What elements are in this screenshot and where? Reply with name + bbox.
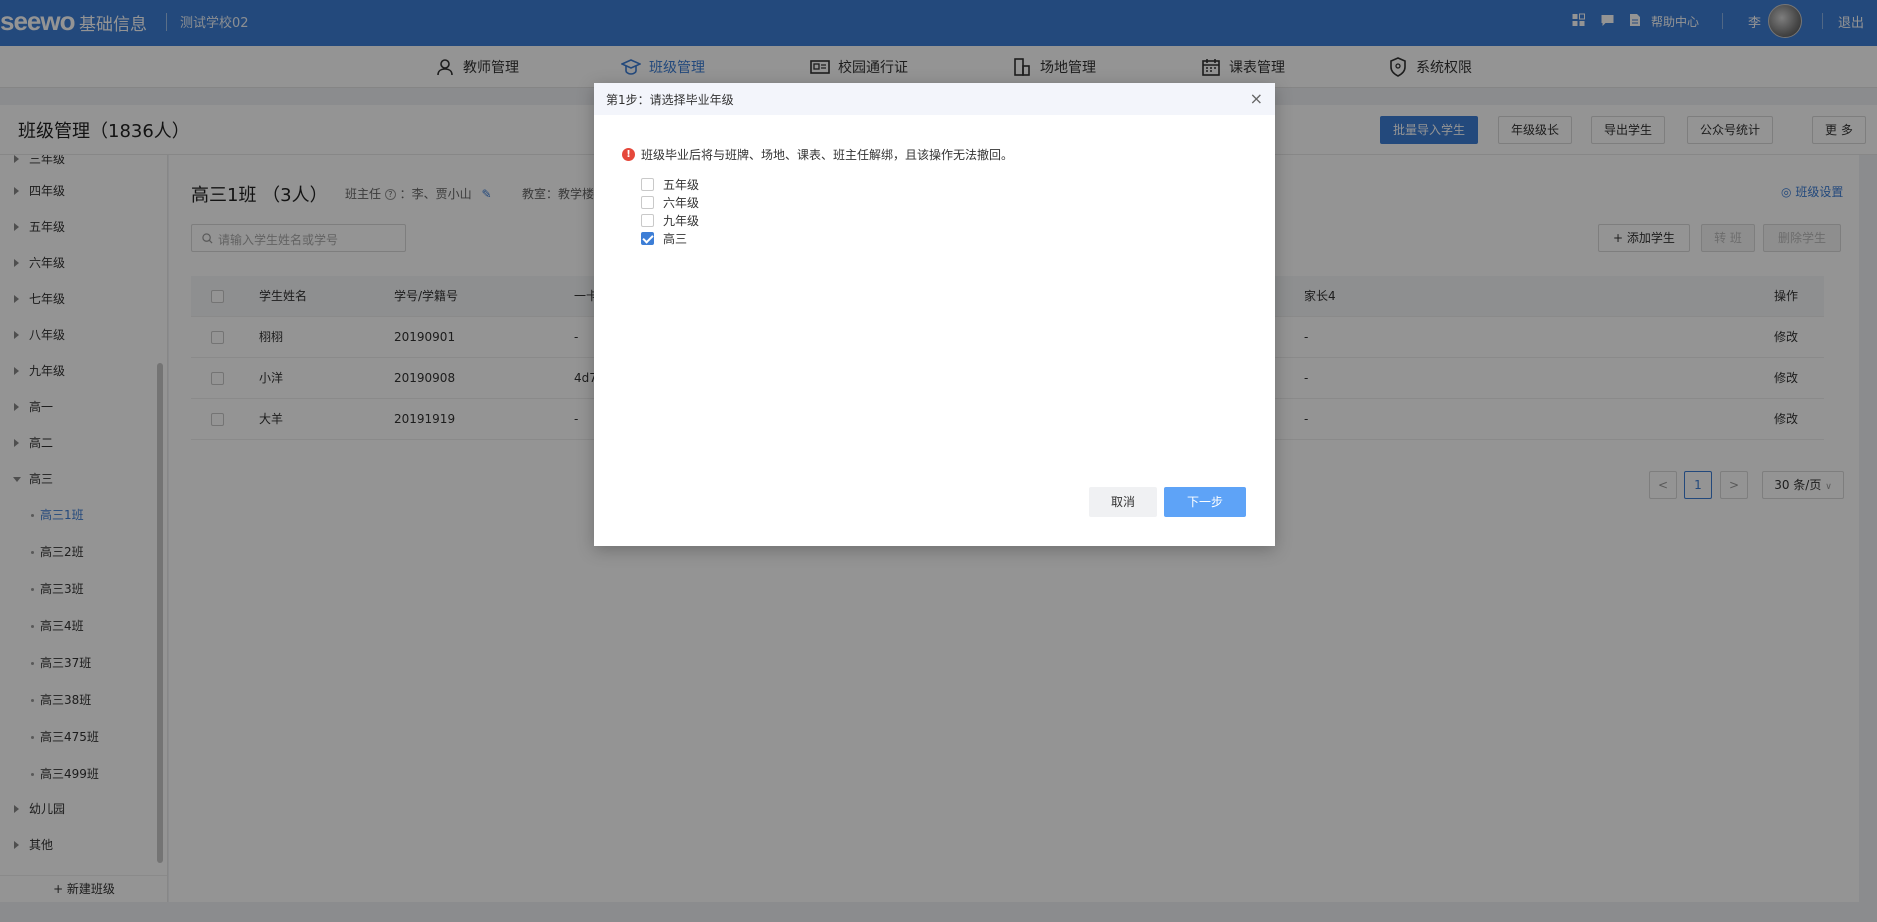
graduation-dialog: 第1步：请选择毕业年级 × ! 班级毕业后将与班牌、场地、课表、班主任解绑，且该… (594, 83, 1275, 546)
grade-option-label: 五年级 (663, 177, 700, 192)
grade-checkbox[interactable] (641, 213, 654, 227)
grade-option[interactable]: 六年级 (641, 193, 699, 211)
close-icon[interactable]: × (1250, 89, 1263, 108)
cancel-button[interactable]: 取消 (1089, 487, 1157, 517)
grade-option[interactable]: 九年级 (641, 211, 699, 229)
warning-text: 班级毕业后将与班牌、场地、课表、班主任解绑，且该操作无法撤回。 (641, 148, 1014, 162)
grade-option[interactable]: 五年级 (641, 175, 699, 193)
dialog-title: 第1步：请选择毕业年级 (606, 93, 734, 107)
dialog-header: 第1步：请选择毕业年级 × (594, 83, 1275, 115)
grade-option[interactable]: 高三 (641, 229, 687, 247)
warning-icon: ! (622, 148, 635, 161)
next-step-button[interactable]: 下一步 (1164, 487, 1246, 517)
grade-option-label: 六年级 (663, 195, 700, 210)
grade-checkbox[interactable] (641, 177, 654, 191)
grade-checkbox[interactable] (641, 195, 654, 209)
grade-checkbox-checked[interactable] (641, 231, 654, 245)
warning-message: ! 班级毕业后将与班牌、场地、课表、班主任解绑，且该操作无法撤回。 (622, 146, 1013, 163)
grade-option-label: 高三 (663, 231, 688, 246)
grade-option-label: 九年级 (663, 213, 700, 228)
